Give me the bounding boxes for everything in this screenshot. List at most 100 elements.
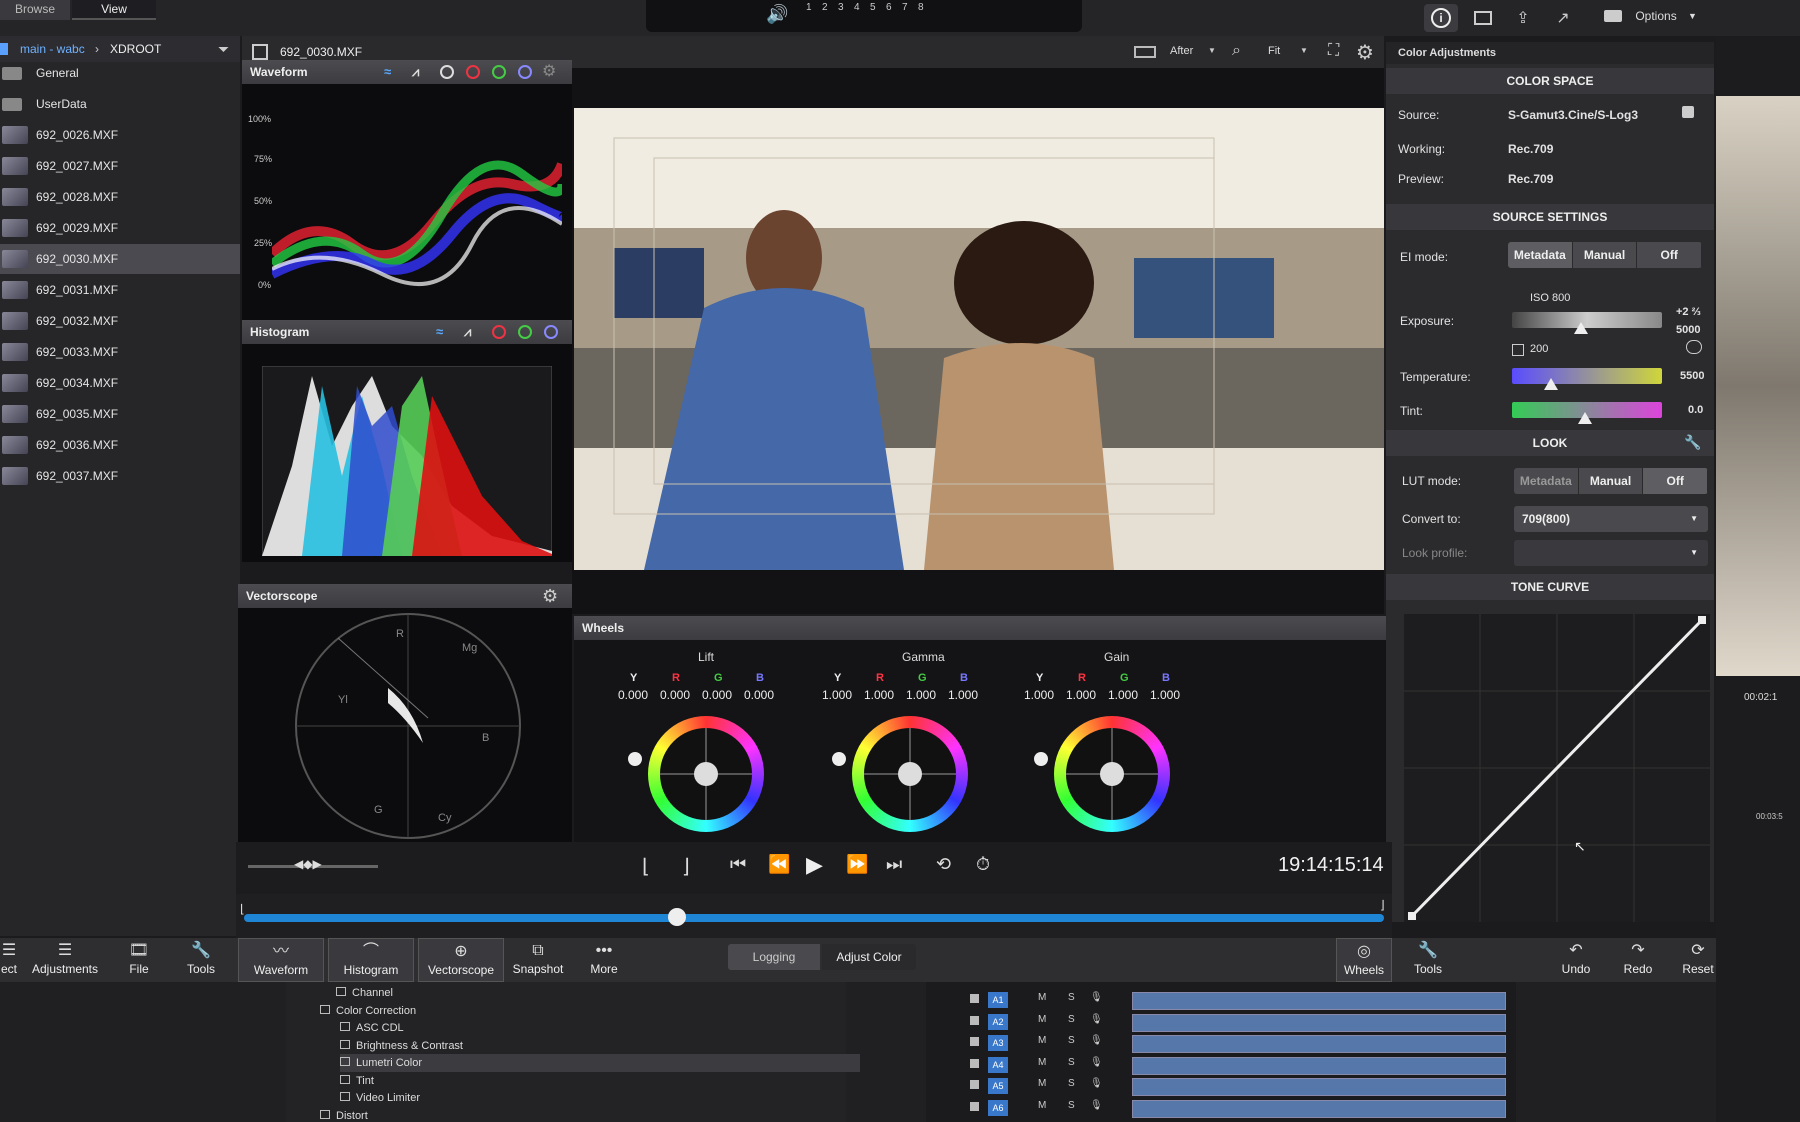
solo-icon[interactable]: S — [1068, 1078, 1075, 1089]
blue-toggle-icon[interactable] — [518, 65, 532, 79]
adjust-color-tab[interactable]: Adjust Color — [822, 944, 916, 970]
mute-icon[interactable]: M — [1038, 1078, 1046, 1089]
scrub-bar[interactable]: ⌊ ⌋ — [236, 894, 1392, 938]
fullscreen-icon[interactable]: ⛶ — [1328, 42, 1339, 60]
wheel-value-y[interactable]: 1.000 — [822, 688, 852, 702]
red-toggle-icon[interactable] — [466, 65, 480, 79]
luma-toggle-icon[interactable] — [440, 65, 454, 79]
mark-in-icon[interactable]: ⌊ — [642, 854, 650, 879]
green-toggle-icon[interactable] — [518, 325, 532, 339]
ei-icon[interactable] — [1686, 340, 1702, 354]
step-forward-icon[interactable]: ⏩ — [846, 854, 868, 875]
timer-icon[interactable]: ⏱ — [976, 854, 990, 875]
file-item[interactable]: 692_0033.MXF — [0, 337, 240, 367]
wrench-icon[interactable]: 🔧 — [1684, 434, 1701, 451]
wheel-value-r[interactable]: 0.000 — [660, 688, 690, 702]
effect-item[interactable]: Distort — [320, 1107, 840, 1122]
play-icon[interactable]: ▶ — [806, 852, 823, 878]
compare-icon[interactable] — [1134, 46, 1156, 58]
mic-icon[interactable]: 🎙 — [1090, 1078, 1103, 1089]
wheel-value-y[interactable]: 0.000 — [618, 688, 648, 702]
tint-knob[interactable] — [1578, 412, 1592, 424]
file-item[interactable]: 692_0037.MXF — [0, 461, 240, 491]
working-value[interactable]: Rec.709 — [1508, 142, 1553, 156]
wheel-value-b[interactable]: 0.000 — [744, 688, 774, 702]
wheel-value-y[interactable]: 1.000 — [1024, 688, 1054, 702]
audio-clip[interactable] — [1132, 1056, 1506, 1075]
temperature-slider[interactable] — [1512, 368, 1662, 384]
tab-view[interactable]: View — [72, 0, 156, 20]
effect-item[interactable]: ASC CDL — [340, 1019, 860, 1037]
file-item[interactable]: 692_0031.MXF — [0, 275, 240, 305]
upload-button[interactable]: ⇪ — [1510, 6, 1536, 30]
solo-icon[interactable]: S — [1068, 1100, 1075, 1111]
solo-icon[interactable]: S — [1068, 992, 1075, 1003]
lock-icon[interactable] — [970, 994, 979, 1003]
mute-icon[interactable]: M — [1038, 992, 1046, 1003]
track-label[interactable]: A5 — [988, 1078, 1008, 1094]
folder-item[interactable]: General — [0, 58, 240, 88]
mic-icon[interactable]: 🎙 — [1090, 1014, 1103, 1025]
audio-clip[interactable] — [1132, 1035, 1506, 1053]
color-wheel[interactable] — [852, 716, 968, 832]
ei-mode-off[interactable]: Off — [1637, 242, 1702, 268]
lut-mode-off[interactable]: Off — [1643, 468, 1708, 494]
file-item[interactable]: 692_0028.MXF — [0, 182, 240, 212]
info-button[interactable]: i — [1424, 4, 1458, 32]
in-marker-icon[interactable]: ⌊ — [240, 902, 245, 916]
source-value[interactable]: S-Gamut3.Cine/S-Log3 — [1508, 108, 1638, 122]
gear-icon[interactable]: ⚙ — [1356, 40, 1374, 65]
mic-icon[interactable]: 🎙 — [1090, 1100, 1103, 1111]
exposure-knob[interactable] — [1574, 322, 1588, 334]
logging-tab[interactable]: Logging — [728, 944, 820, 970]
wheel-value-r[interactable]: 1.000 — [1066, 688, 1096, 702]
vectorscope-button[interactable]: ⊕ Vectorscope — [418, 938, 504, 982]
lock-icon[interactable] — [970, 1015, 979, 1025]
out-marker-icon[interactable]: ⌋ — [1380, 898, 1385, 912]
breadcrumb-root[interactable]: main - wabc — [20, 42, 85, 56]
ei-mode-manual[interactable]: Manual — [1572, 242, 1638, 268]
breadcrumb-folder[interactable]: XDROOT — [110, 42, 161, 56]
playhead[interactable] — [668, 908, 687, 926]
video-frame[interactable] — [574, 108, 1384, 570]
file-item[interactable]: 692_0030.MXF — [0, 244, 240, 274]
rgb-overlay-icon[interactable]: ⩘ — [464, 320, 471, 344]
select-tool-button[interactable]: ☰ ect — [0, 938, 18, 982]
zoom-select[interactable]: Fit — [1268, 45, 1280, 57]
gear-icon[interactable]: ⚙ — [542, 584, 558, 608]
loop-icon[interactable]: ⟲ — [936, 854, 951, 875]
track-label[interactable]: A6 — [988, 1099, 1008, 1116]
zoom-icon[interactable]: ⌕ — [1232, 42, 1241, 60]
step-back-icon[interactable]: ⏪ — [768, 854, 790, 875]
effect-item[interactable]: Brightness & Contrast — [340, 1037, 860, 1055]
effect-item[interactable]: Color Correction — [320, 1002, 840, 1020]
color-wheel[interactable] — [1054, 716, 1170, 832]
master-slider-knob[interactable] — [1034, 752, 1048, 766]
wheel-value-g[interactable]: 0.000 — [702, 688, 732, 702]
solo-icon[interactable]: S — [1068, 1035, 1075, 1046]
histogram-button[interactable]: ⌒ Histogram — [328, 938, 414, 982]
scrub-track[interactable] — [244, 914, 1384, 922]
file-button[interactable]: 🎞 File — [114, 938, 164, 982]
lock-icon[interactable] — [1682, 106, 1694, 118]
file-item[interactable]: 692_0034.MXF — [0, 368, 240, 398]
lock-icon[interactable] — [970, 1058, 979, 1068]
parade-icon[interactable]: ≈ — [436, 320, 443, 344]
tone-curve-editor[interactable]: ↖ — [1404, 614, 1710, 922]
audio-clip[interactable] — [1132, 992, 1506, 1010]
ei-mode-metadata[interactable]: Metadata — [1508, 242, 1573, 268]
wheel-value-g[interactable]: 1.000 — [1108, 688, 1138, 702]
gear-icon[interactable]: ⚙ — [542, 60, 556, 84]
wheel-value-r[interactable]: 1.000 — [864, 688, 894, 702]
speaker-icon[interactable]: 🔊 — [766, 4, 788, 25]
mute-icon[interactable]: M — [1038, 1057, 1046, 1068]
lock-icon[interactable] — [970, 1101, 979, 1111]
track-label[interactable]: A4 — [988, 1056, 1008, 1073]
mute-icon[interactable]: M — [1038, 1100, 1046, 1111]
wheel-value-b[interactable]: 1.000 — [948, 688, 978, 702]
solo-icon[interactable]: S — [1068, 1057, 1075, 1068]
temperature-knob[interactable] — [1544, 378, 1558, 390]
snapshot-button[interactable]: ⧉ Snapshot — [508, 938, 568, 982]
effect-item[interactable]: Channel — [336, 984, 856, 1002]
skip-back-icon[interactable]: ⏮ — [730, 854, 746, 875]
